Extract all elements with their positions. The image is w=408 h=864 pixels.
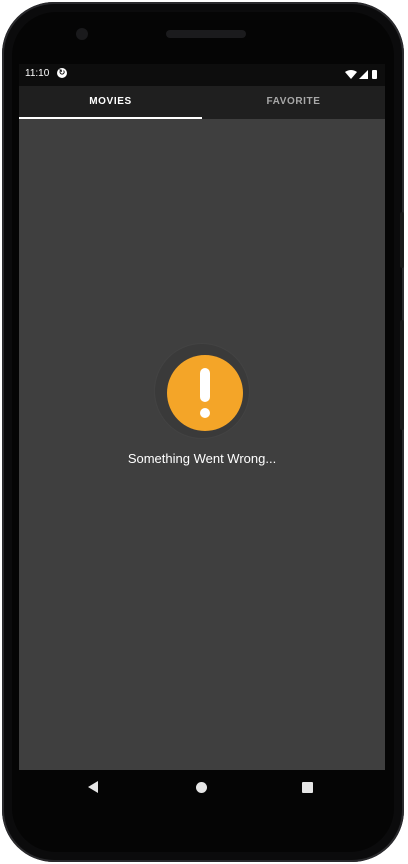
- battery-icon: [372, 70, 377, 79]
- volume-button: [400, 320, 404, 430]
- error-state: Something Went Wrong...: [19, 344, 385, 466]
- recents-icon[interactable]: [302, 782, 313, 793]
- signal-icon: [359, 70, 368, 79]
- system-nav-bar: [19, 770, 385, 806]
- tab-indicator: [19, 117, 202, 119]
- status-bar: 11:10 ↻: [19, 64, 385, 86]
- error-message: Something Went Wrong...: [127, 451, 277, 466]
- status-icons: [345, 70, 377, 79]
- warning-icon: [167, 355, 243, 431]
- back-icon[interactable]: [88, 781, 98, 793]
- power-button: [400, 212, 404, 268]
- app-screen: 11:10 ↻ MOVIES FAVORITE Something Went W…: [19, 64, 385, 770]
- warning-icon-bar: [200, 368, 210, 402]
- tab-bar: MOVIES FAVORITE: [19, 86, 385, 119]
- sync-icon: ↻: [57, 68, 67, 78]
- tab-movies[interactable]: MOVIES: [19, 86, 202, 119]
- front-camera: [76, 28, 88, 40]
- wifi-icon: [345, 70, 357, 79]
- home-icon[interactable]: [196, 782, 207, 793]
- earpiece: [166, 30, 246, 38]
- warning-icon-dot: [200, 408, 210, 418]
- status-time: 11:10: [25, 68, 50, 79]
- tab-favorite[interactable]: FAVORITE: [202, 86, 385, 119]
